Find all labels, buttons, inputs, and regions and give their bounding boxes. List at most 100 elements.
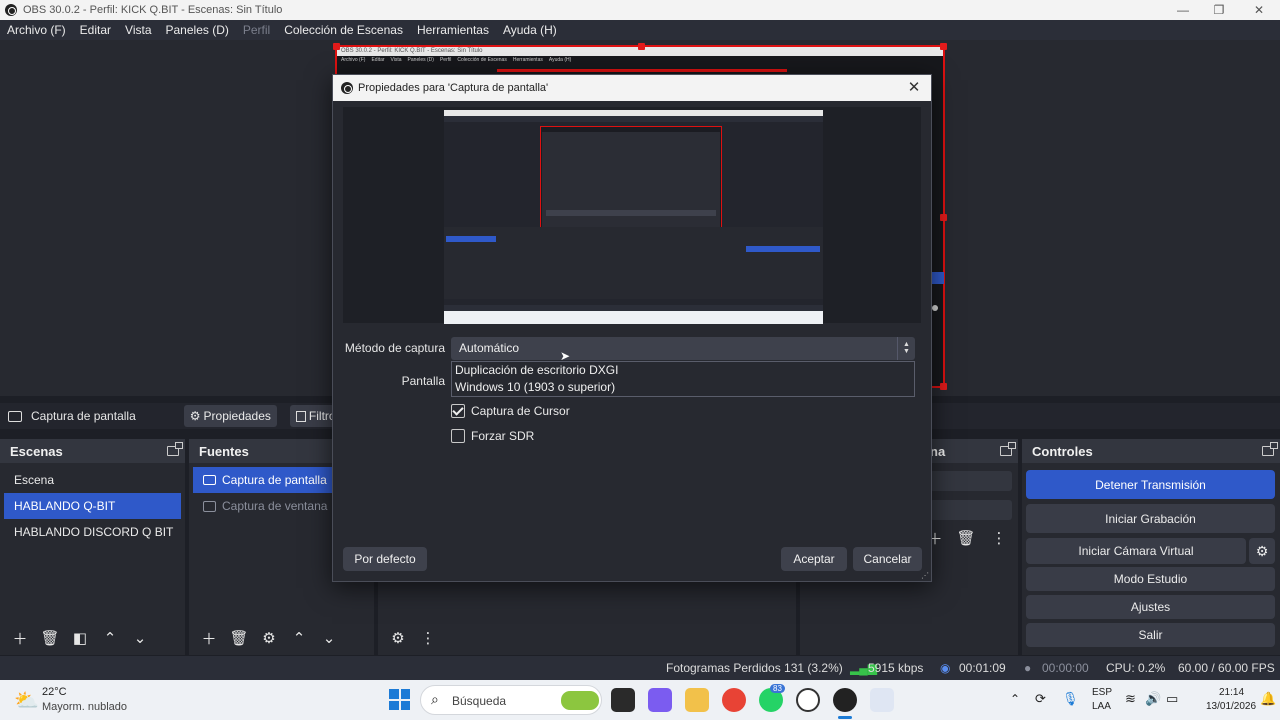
force-sdr-checkbox[interactable]: Forzar SDR <box>451 429 534 443</box>
volume-icon[interactable]: 🔊 <box>1145 691 1161 707</box>
menu-perfil[interactable]: Perfil <box>236 23 277 37</box>
defaults-button[interactable]: Por defecto <box>343 547 427 571</box>
more-icon[interactable]: ⋮ <box>416 626 440 650</box>
menu-vista[interactable]: Vista <box>118 23 158 37</box>
notification-bell-icon[interactable]: 🔔 <box>1260 691 1276 707</box>
window-icon <box>203 500 216 512</box>
chevron-up-icon[interactable]: ⌃ <box>1010 692 1020 706</box>
advanced-audio-icon[interactable]: ⚙ <box>386 626 410 650</box>
controls-header: Controles <box>1022 439 1280 463</box>
menu-paneles[interactable]: Paneles (D) <box>159 23 236 37</box>
title-bar: OBS 30.0.2 - Perfil: KICK Q.BIT - Escena… <box>0 0 1280 20</box>
exit-button[interactable]: Salir <box>1026 623 1275 647</box>
menu-ayuda[interactable]: Ayuda (H) <box>496 23 564 37</box>
accept-button[interactable]: Aceptar <box>781 547 847 571</box>
resize-grip-icon[interactable]: ⋰ <box>921 571 929 580</box>
cancel-button[interactable]: Cancelar <box>853 547 922 571</box>
close-icon[interactable]: ✕ <box>905 79 923 97</box>
clock-date[interactable]: 13/01/2026 <box>1206 701 1256 712</box>
undock-icon[interactable] <box>1262 442 1278 456</box>
start-recording-button[interactable]: Iniciar Grabación <box>1026 504 1275 533</box>
screen-label: Pantalla <box>401 374 445 388</box>
dropdown-option[interactable]: Duplicación de escritorio DXGI <box>455 362 914 379</box>
move-up-icon[interactable]: ⌃ <box>287 626 311 650</box>
language-indicator[interactable]: ESP <box>1092 687 1112 698</box>
weather-icon[interactable]: ⛅ <box>14 688 39 713</box>
scenes-header: Escenas <box>0 439 185 463</box>
studio-mode-button[interactable]: Modo Estudio <box>1026 567 1275 591</box>
resize-handle[interactable] <box>940 383 947 390</box>
search-box[interactable]: ⌕ Búsqueda <box>420 685 602 715</box>
source-name: Captura de pantalla <box>31 409 136 423</box>
dropdown-option[interactable]: Windows 10 (1903 o superior) <box>455 379 914 396</box>
resize-handle[interactable] <box>638 43 645 50</box>
snipping-tool-icon[interactable] <box>870 688 894 712</box>
stop-stream-button[interactable]: Detener Transmisión <box>1026 470 1275 499</box>
filter-icon <box>295 410 306 422</box>
obs-icon[interactable] <box>833 688 857 712</box>
filter-icon[interactable]: ◧ <box>68 626 92 650</box>
undock-icon[interactable] <box>167 442 183 456</box>
capture-method-select[interactable]: Automático ▲ ▼ <box>451 337 915 360</box>
duration-spinbox[interactable] <box>930 500 1012 520</box>
transition-select[interactable] <box>930 471 1012 491</box>
battery-icon[interactable]: ▭ <box>1166 691 1178 707</box>
keyboard-layout[interactable]: LAA <box>1092 701 1111 712</box>
settings-button[interactable]: Ajustes <box>1026 595 1275 619</box>
menu-coleccion-escenas[interactable]: Colección de Escenas <box>277 23 410 37</box>
capture-cursor-checkbox[interactable]: Captura de Cursor <box>451 404 570 418</box>
gear-icon[interactable]: ⚙ <box>257 626 281 650</box>
properties-dialog: Propiedades para 'Captura de pantalla' ✕… <box>332 74 932 582</box>
record-icon: ● <box>1024 661 1032 675</box>
resize-handle[interactable] <box>333 43 340 50</box>
trash-icon[interactable]: 🗑 <box>227 626 251 650</box>
undock-icon[interactable] <box>1000 442 1016 456</box>
virtual-camera-button[interactable]: Iniciar Cámara Virtual <box>1026 538 1246 564</box>
close-icon[interactable]: ✕ <box>1240 0 1278 20</box>
copilot-icon[interactable] <box>648 688 672 712</box>
add-icon[interactable]: ＋ <box>197 626 221 650</box>
maximize-icon[interactable]: ❐ <box>1200 0 1238 20</box>
search-placeholder: Búsqueda <box>452 694 507 708</box>
menu-editar[interactable]: Editar <box>73 23 118 37</box>
minimize-icon[interactable]: — <box>1164 0 1202 20</box>
virtual-camera-settings-gear-icon[interactable]: ⚙ <box>1249 538 1275 564</box>
fps-readout: 60.00 / 60.00 FPS <box>1178 661 1275 675</box>
sync-icon[interactable]: ⟳ <box>1035 691 1046 707</box>
move-down-icon[interactable]: ⌄ <box>317 626 341 650</box>
stream-icon: ◉ <box>940 661 951 675</box>
stream-time: 00:01:09 <box>959 661 1006 675</box>
move-up-icon[interactable]: ⌃ <box>98 626 122 650</box>
properties-button[interactable]: ⚙ Propiedades <box>183 405 277 427</box>
clock-app-icon[interactable] <box>796 688 820 712</box>
scene-item[interactable]: Escena <box>4 467 181 493</box>
monitor-icon <box>8 410 22 422</box>
preview-mini-title: OBS 30.0.2 - Perfil: KICK Q.BIT - Escena… <box>341 48 483 54</box>
search-icon: ⌕ <box>431 691 439 707</box>
menu-archivo[interactable]: Archivo (F) <box>0 23 73 37</box>
file-explorer-icon[interactable] <box>685 688 709 712</box>
trash-icon[interactable]: 🗑 <box>954 526 978 550</box>
move-down-icon[interactable]: ⌄ <box>128 626 152 650</box>
more-icon[interactable]: ⋮ <box>987 526 1011 550</box>
windows-start-icon[interactable] <box>389 689 410 710</box>
dropped-frames: Fotogramas Perdidos 131 (3.2%) <box>666 661 843 675</box>
taskbar: ⛅ 22°C Mayorm. nublado ⌕ Búsqueda 83 ⌃ ⟳… <box>0 680 1280 720</box>
resize-handle[interactable] <box>940 214 947 221</box>
window-title: OBS 30.0.2 - Perfil: KICK Q.BIT - Escena… <box>23 4 283 16</box>
clock-time[interactable]: 21:14 <box>1219 687 1244 698</box>
resize-handle[interactable] <box>940 43 947 50</box>
trash-icon[interactable]: 🗑 <box>38 626 62 650</box>
menu-herramientas[interactable]: Herramientas <box>410 23 496 37</box>
scene-item[interactable]: HABLANDO Q-BIT <box>4 493 181 519</box>
scene-item[interactable]: HABLANDO DISCORD Q BIT <box>4 519 181 545</box>
capture-method-dropdown-list[interactable]: Duplicación de escritorio DXGI Windows 1… <box>451 361 915 397</box>
obs-logo-icon <box>341 82 353 94</box>
microphone-icon[interactable]: 🎙 <box>1062 691 1079 707</box>
checkbox-checked-icon <box>451 404 465 418</box>
task-view-icon[interactable] <box>611 688 635 712</box>
add-icon[interactable]: ＋ <box>8 626 32 650</box>
wifi-icon[interactable]: ≋ <box>1125 691 1136 707</box>
chevron-updown-icon: ▲ ▼ <box>897 337 915 360</box>
chrome-icon[interactable] <box>722 688 746 712</box>
